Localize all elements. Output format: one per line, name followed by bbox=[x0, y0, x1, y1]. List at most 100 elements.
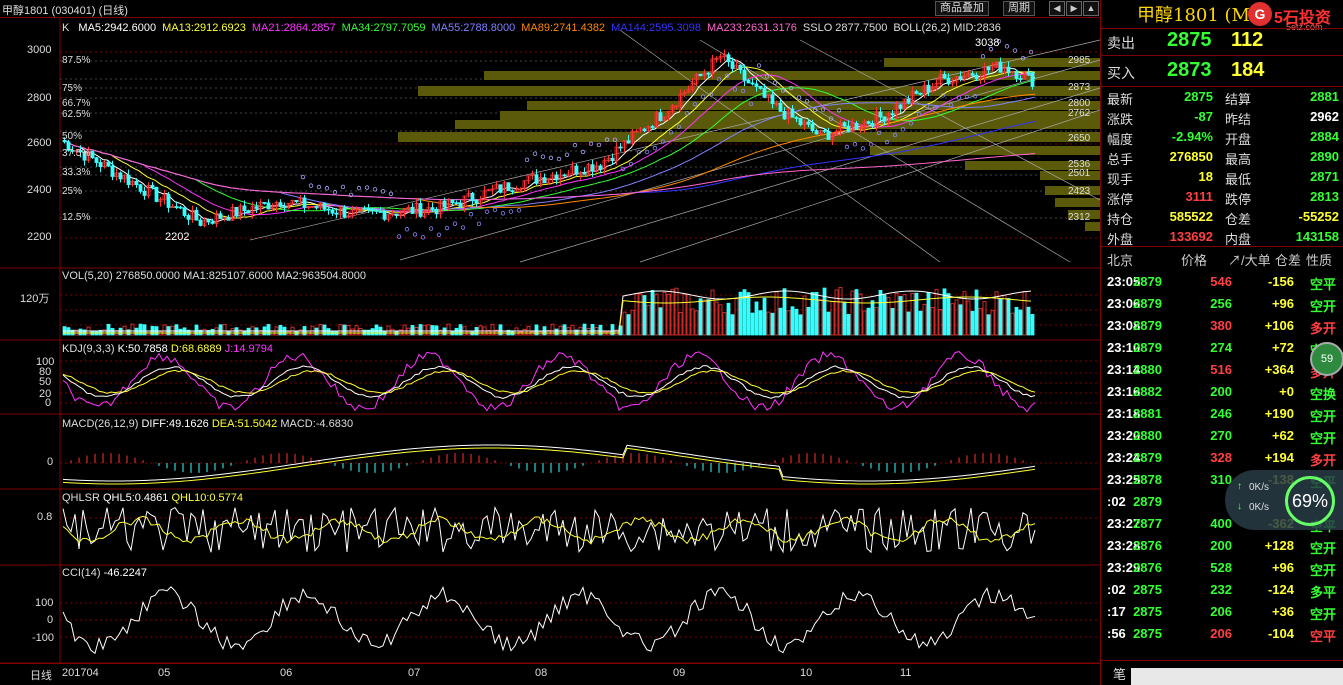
volume-bar bbox=[990, 309, 995, 336]
sar-dot bbox=[860, 146, 866, 151]
volume-bar bbox=[650, 289, 655, 336]
trade-volume: 206 bbox=[1210, 604, 1232, 619]
trade-row[interactable]: :56 2875 206 -104 空平 bbox=[1101, 624, 1343, 646]
macd-dea: DEA:51.5042 bbox=[211, 418, 278, 430]
trade-row[interactable]: :02 2875 232 -124 多平 bbox=[1101, 580, 1343, 602]
trade-row[interactable]: 23:05 2879 546 -156 空平 bbox=[1101, 272, 1343, 294]
trade-volume: 256 bbox=[1210, 296, 1232, 311]
volume-bar bbox=[746, 292, 751, 336]
floating-badge[interactable]: 59 bbox=[1310, 342, 1343, 376]
candle-body bbox=[150, 184, 155, 188]
time-axis-bar: 日线 201704 05 06 07 08 09 10 11 bbox=[0, 663, 1100, 685]
percent-label: 75% bbox=[62, 83, 83, 94]
price-level-label: 2501 bbox=[1068, 168, 1091, 179]
sar-dot bbox=[524, 157, 530, 163]
trade-row[interactable]: 23:28 2876 200 +128 空开 bbox=[1101, 536, 1343, 558]
nav-up-icon[interactable]: ▲ bbox=[1083, 1, 1099, 16]
kdj-j-line bbox=[62, 351, 1036, 413]
kdj-j: J:14.9794 bbox=[224, 343, 274, 355]
trade-volume: 232 bbox=[1210, 582, 1232, 597]
trade-row[interactable]: 23:24 2879 328 +194 多开 bbox=[1101, 448, 1343, 470]
trade-price: 2879 bbox=[1133, 318, 1162, 333]
candle-body bbox=[178, 206, 183, 209]
candle-body bbox=[762, 88, 767, 98]
candle-body bbox=[418, 203, 423, 217]
candle-body bbox=[506, 182, 511, 192]
volume-bar bbox=[570, 324, 575, 336]
volume-bar bbox=[726, 302, 731, 336]
volume-bar bbox=[754, 301, 759, 336]
trade-row[interactable]: 23:29 2876 528 +96 空开 bbox=[1101, 558, 1343, 580]
trade-row[interactable]: 23:06 2879 256 +96 空开 bbox=[1101, 294, 1343, 316]
volume-bar bbox=[898, 296, 903, 336]
trade-oi-change: +106 bbox=[1264, 318, 1294, 333]
trade-price: 2875 bbox=[1133, 604, 1162, 619]
macd-header: MACD(26,12,9) DIFF:49.1626 DEA:51.5042 M… bbox=[62, 418, 353, 430]
trade-nature: 空开 bbox=[1310, 299, 1337, 314]
candle-body bbox=[1018, 78, 1023, 80]
trade-volume: 400 bbox=[1210, 516, 1232, 531]
candle-body bbox=[206, 219, 211, 223]
trade-nature: 空开 bbox=[1310, 607, 1337, 622]
cci-y-label: -100 bbox=[32, 632, 55, 644]
trade-nature: 多开 bbox=[1310, 453, 1337, 468]
cci-y-label: 100 bbox=[35, 597, 54, 609]
candle-body bbox=[330, 209, 335, 214]
volume-bar bbox=[774, 291, 779, 336]
price-level-label: 2650 bbox=[1068, 133, 1091, 144]
candle-body bbox=[194, 209, 199, 221]
qhlsr-panel bbox=[62, 505, 1036, 554]
trade-row[interactable]: 23:142880516+364多开 bbox=[1101, 360, 1343, 382]
volume-bar bbox=[586, 328, 591, 336]
qhlsr-y-label: 0.8 bbox=[37, 511, 53, 523]
footer-tab[interactable]: 笔 bbox=[1113, 664, 1126, 683]
sar-dot bbox=[460, 225, 466, 230]
candle-body bbox=[106, 161, 111, 167]
stat-value: 2813 bbox=[1310, 189, 1339, 204]
period-label[interactable]: 日线 bbox=[30, 667, 52, 683]
candle-body bbox=[314, 206, 319, 209]
trade-row[interactable]: 23:08 2879 380 +106 多开 bbox=[1101, 316, 1343, 338]
trade-price: 2881 bbox=[1133, 406, 1162, 421]
trade-row[interactable]: 23:16 2882 200 +0 空换 bbox=[1101, 382, 1343, 404]
stat-value: -55252 bbox=[1298, 209, 1339, 224]
nav-right-icon[interactable]: ▶ bbox=[1066, 1, 1082, 16]
candle-body bbox=[794, 116, 799, 119]
trade-row[interactable]: 23:18 2881 246 +190 空开 bbox=[1101, 404, 1343, 426]
volume-bar bbox=[870, 300, 875, 336]
kline-y-label: 2800 bbox=[27, 92, 52, 104]
trade-row[interactable]: :17 2875 206 +36 空开 bbox=[1101, 602, 1343, 624]
percent-label: 37.5% bbox=[62, 148, 91, 159]
candle-body bbox=[174, 206, 179, 208]
cci-value: -46.2247 bbox=[103, 567, 148, 579]
chart-canvas[interactable] bbox=[0, 18, 1100, 663]
volume-bar bbox=[842, 301, 847, 336]
candle-body bbox=[970, 73, 975, 76]
candle-body bbox=[642, 128, 647, 132]
sar-dot bbox=[412, 232, 418, 237]
sar-dot bbox=[1004, 44, 1010, 49]
network-speed-widget[interactable]: ↑ 0K/s ↓ 0K/s 69% bbox=[1225, 470, 1343, 530]
candle-body bbox=[890, 113, 895, 116]
trade-row[interactable]: 23:20 2880 270 +62 空开 bbox=[1101, 426, 1343, 448]
trade-column-header: 性质 bbox=[1306, 253, 1333, 268]
sar-dot bbox=[404, 227, 410, 232]
trade-row[interactable]: 23:102879274+72空开 bbox=[1101, 338, 1343, 360]
nav-left-icon[interactable]: ◀ bbox=[1049, 1, 1065, 16]
period-button[interactable]: 周期 bbox=[1003, 1, 1035, 16]
candle-body bbox=[278, 202, 283, 207]
trade-price: 2882 bbox=[1133, 384, 1162, 399]
vol-y-label: 120万 bbox=[20, 293, 50, 305]
trade-nature: 空平 bbox=[1310, 277, 1337, 292]
candle-body bbox=[1006, 66, 1011, 73]
cci-panel bbox=[62, 585, 1036, 655]
trade-nature: 空开 bbox=[1310, 431, 1337, 446]
commodity-overlay-button[interactable]: 商品叠加 bbox=[935, 1, 989, 16]
volume-bar bbox=[118, 327, 123, 336]
volume-bar bbox=[734, 298, 739, 336]
percent-label: 25% bbox=[62, 186, 83, 197]
candle-body bbox=[958, 76, 963, 80]
candle-body bbox=[726, 54, 731, 63]
volume-bar bbox=[698, 298, 703, 336]
ma-value: MA5:2942.6000 bbox=[78, 22, 157, 34]
